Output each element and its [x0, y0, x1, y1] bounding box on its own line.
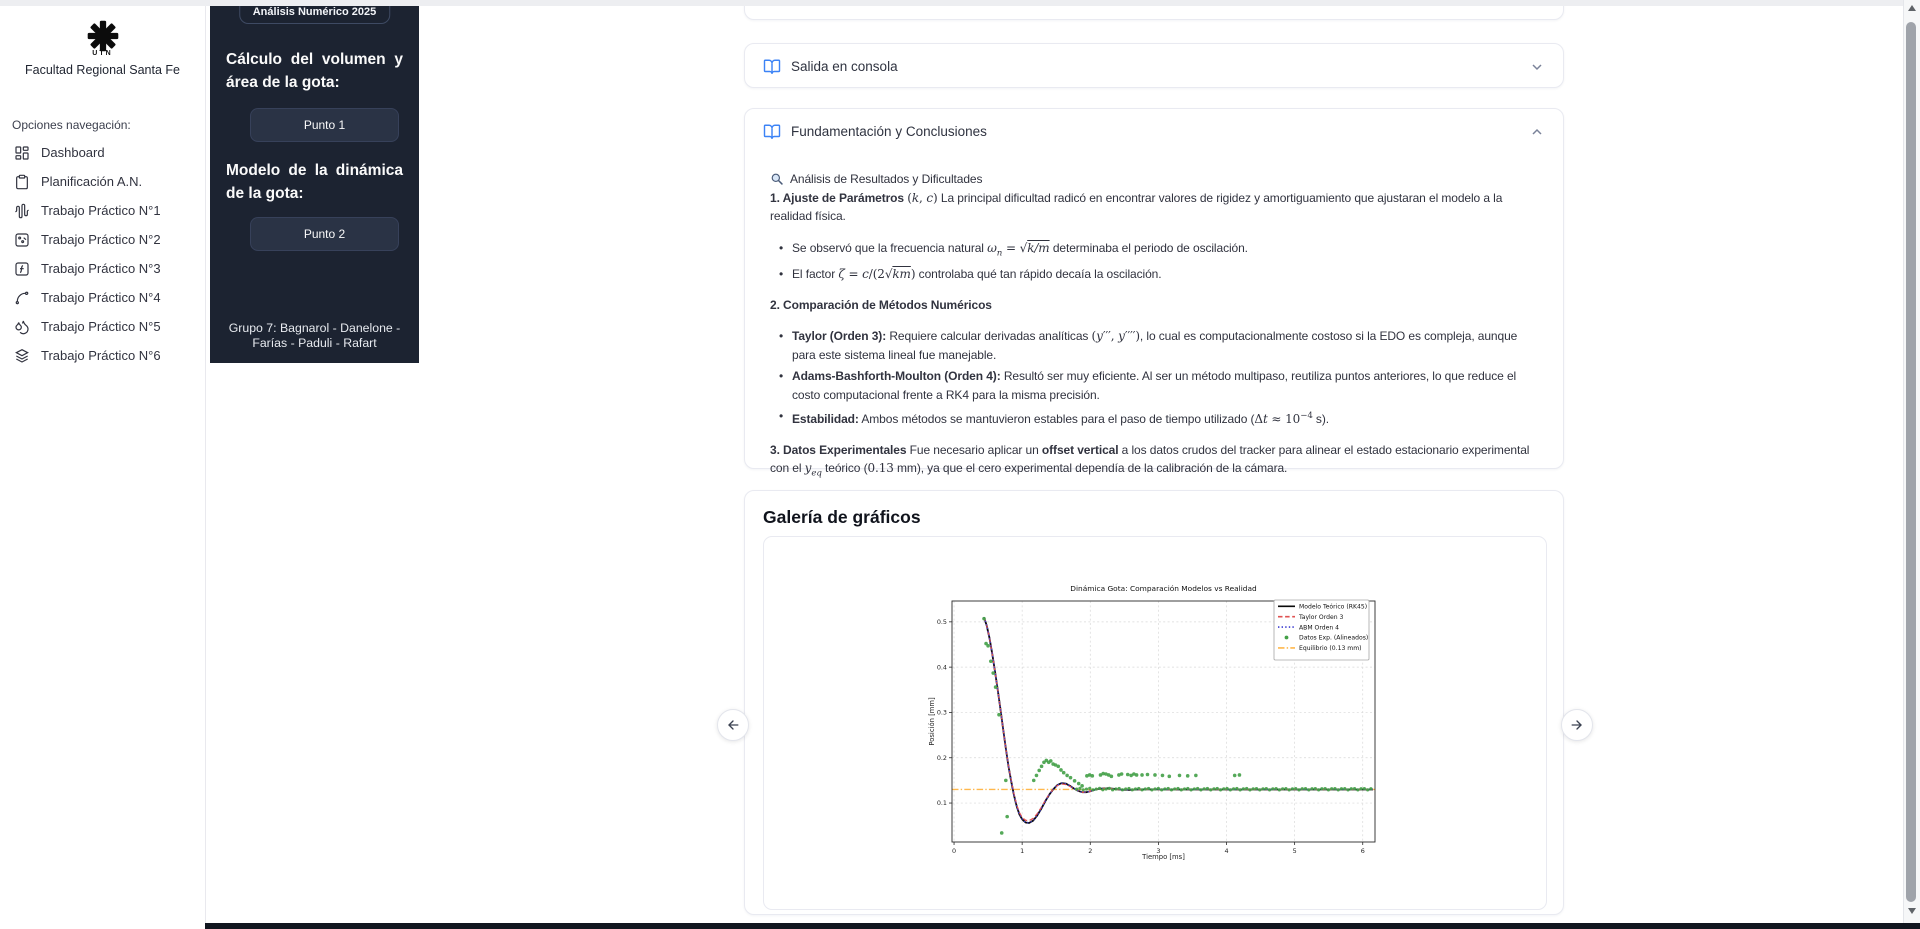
- sidebar-item-label: Trabajo Práctico N°3: [41, 261, 161, 276]
- app-window: UTN Facultad Regional Santa Fe Opciones …: [0, 0, 1920, 929]
- svg-text:0.5: 0.5: [937, 618, 947, 626]
- conclusions-expander: Fundamentación y Conclusiones Análisis d…: [744, 108, 1564, 479]
- svg-text:2: 2: [1088, 847, 1092, 855]
- conclusions-bullet-list: Taylor (Orden 3): Requiere calcular deri…: [770, 327, 1537, 429]
- conclusions-content: Análisis de Resultados y Dificultades 1.…: [745, 154, 1563, 483]
- console-expander: Salida en consola: [744, 43, 1564, 88]
- scrollbar-thumb[interactable]: [1906, 22, 1916, 902]
- panel-section-title-1: Cálculo del volumen y área de la gota:: [226, 51, 403, 91]
- droplets-icon: [15, 320, 29, 334]
- conclusions-bullet: Estabilidad: Ambos métodos se mantuviero…: [779, 407, 1537, 429]
- svg-text:6: 6: [1361, 847, 1365, 855]
- conclusions-bullet: El factor ζ = c/(2√km) controlaba qué ta…: [779, 265, 1537, 284]
- conclusions-lead: Análisis de Resultados y Dificultades: [770, 170, 1537, 189]
- university-logo: UTN Facultad Regional Santa Fe: [0, 18, 205, 77]
- scatter-chart-icon: [15, 232, 29, 247]
- gallery-title: Galería de gráficos: [763, 507, 921, 527]
- conclusions-bullet: Se observó que la frecuencia natural ωn …: [779, 239, 1537, 263]
- sidebar-item-dashboard[interactable]: Dashboard: [0, 138, 205, 167]
- gallery-next-button[interactable]: [1561, 709, 1593, 741]
- sidebar-item-tp1[interactable]: Trabajo Práctico N°1: [0, 196, 205, 225]
- console-expander-header[interactable]: Salida en consola: [745, 44, 1563, 89]
- chevron-up-icon[interactable]: [1529, 124, 1545, 140]
- svg-text:Taylor Orden 3: Taylor Orden 3: [1298, 614, 1344, 621]
- logo-caption: Facultad Regional Santa Fe: [25, 63, 180, 77]
- sidebar-item-label: Trabajo Práctico N°2: [41, 232, 161, 247]
- arrow-left-icon: [728, 720, 739, 730]
- scrollbar-up-arrow[interactable]: [1908, 5, 1916, 11]
- layers-icon: [15, 348, 29, 363]
- chevron-down-icon[interactable]: [1529, 59, 1545, 75]
- arrow-right-icon: [1571, 720, 1582, 730]
- sidebar-item-label: Trabajo Práctico N°4: [41, 290, 161, 305]
- sidebar-item-label: Trabajo Práctico N°6: [41, 348, 161, 363]
- book-open-icon: [763, 59, 781, 74]
- console-expander-title: Salida en consola: [791, 59, 898, 74]
- clipboard-icon: [16, 174, 28, 189]
- conclusions-paragraph: 1. Ajuste de Parámetros (k, c) La princi…: [770, 190, 1503, 224]
- svg-text:0.3: 0.3: [937, 709, 947, 717]
- conclusions-paragraph: 3. Datos Experimentales Fue necesario ap…: [770, 442, 1530, 479]
- conclusions-paragraphs: 1. Ajuste de Parámetros (k, c) La princi…: [770, 189, 1537, 484]
- scrollbar-down-arrow[interactable]: [1908, 908, 1916, 914]
- book-open-icon: [763, 124, 781, 139]
- conclusions-expander-title: Fundamentación y Conclusiones: [791, 124, 987, 139]
- group-footer: Grupo 7: Bagnarol - Danelone - Farías - …: [228, 321, 401, 350]
- sidebar-item-tp6[interactable]: Trabajo Práctico N°6: [0, 341, 205, 370]
- sidebar-item-label: Trabajo Práctico N°5: [41, 319, 161, 334]
- bottom-edge-strip: [205, 923, 1920, 929]
- course-panel: Análisis Numérico 2025 Cálculo del volum…: [210, 0, 419, 363]
- conclusions-lead-text: Análisis de Resultados y Dificultades: [790, 172, 983, 186]
- nav-list: Dashboard Planificación A.N. Trabajo Prá…: [0, 138, 205, 370]
- svg-text:Tiempo [ms]: Tiempo [ms]: [1141, 853, 1185, 861]
- svg-text:Posición [mm]: Posición [mm]: [928, 697, 936, 746]
- conclusions-bullet-list: Se observó que la frecuencia natural ωn …: [770, 239, 1537, 284]
- conclusions-paragraph: 2. Comparación de Métodos Numéricos: [770, 297, 992, 312]
- sidebar-item-tp2[interactable]: Trabajo Práctico N°2: [0, 225, 205, 254]
- magnifier-icon: [771, 173, 783, 185]
- svg-text:4: 4: [1224, 847, 1228, 855]
- sidebar-item-tp4[interactable]: Trabajo Práctico N°4: [0, 283, 205, 312]
- svg-text:0.1: 0.1: [937, 799, 947, 807]
- punto-1-button[interactable]: Punto 1: [250, 108, 399, 142]
- nav-section-label: Opciones navegación:: [12, 118, 131, 132]
- svg-text:Dinámica Gota: Comparación Mod: Dinámica Gota: Comparación Modelos vs Re…: [1070, 584, 1257, 593]
- top-edge-strip: [0, 0, 1920, 6]
- utn-star-icon: [87, 20, 118, 52]
- punto-2-button[interactable]: Punto 2: [250, 217, 399, 251]
- gallery-carousel: 0 1 2 3 4 5 6 0.1 0.2 0.3 0.4 0.5 Dinámica Gota: Com…: [763, 536, 1547, 910]
- svg-text:Datos Exp. (Alineados): Datos Exp. (Alineados): [1299, 635, 1368, 642]
- navigation-sidebar: UTN Facultad Regional Santa Fe Opciones …: [0, 6, 206, 929]
- conclusions-expander-header[interactable]: Fundamentación y Conclusiones: [745, 109, 1563, 154]
- utn-logo-text: UTN: [92, 50, 113, 57]
- conclusions-bullet: Taylor (Orden 3): Requiere calcular deri…: [779, 327, 1537, 364]
- sidebar-item-label: Planificación A.N.: [41, 174, 143, 189]
- sidebar-item-tp3[interactable]: Trabajo Práctico N°3: [0, 254, 205, 283]
- svg-text:0.2: 0.2: [937, 754, 947, 762]
- svg-text:5: 5: [1293, 847, 1297, 855]
- spline-icon: [15, 291, 29, 304]
- panel-section-title-2: Modelo de la dinámica de la gota:: [226, 162, 403, 202]
- gallery-chart: 0 1 2 3 4 5 6 0.1 0.2 0.3 0.4 0.5 Dinámica Gota: Com…: [927, 581, 1383, 865]
- svg-text:Modelo Teórico (RK45): Modelo Teórico (RK45): [1299, 603, 1367, 611]
- svg-text:Equilibrio (0.13 mm): Equilibrio (0.13 mm): [1299, 645, 1362, 652]
- conclusions-bullet: Adams-Bashforth-Moulton (Orden 4): Resul…: [779, 367, 1537, 404]
- gallery-card: Galería de gráficos 0 1 2 3 4 5 6 0.1 0.2 0.3 0.4 0…: [744, 490, 1564, 915]
- svg-text:0: 0: [952, 847, 956, 855]
- svg-text:1: 1: [1020, 847, 1024, 855]
- function-square-icon: [15, 261, 29, 276]
- sidebar-item-tp5[interactable]: Trabajo Práctico N°5: [0, 312, 205, 341]
- waveform-icon: [15, 203, 29, 218]
- dashboard-icon: [15, 145, 29, 160]
- sidebar-item-planificacion[interactable]: Planificación A.N.: [0, 167, 205, 196]
- svg-text:0.4: 0.4: [937, 663, 947, 671]
- sidebar-item-label: Dashboard: [41, 145, 105, 160]
- gallery-prev-button[interactable]: [717, 709, 749, 741]
- vertical-scrollbar: [1903, 0, 1920, 923]
- svg-text:ABM Orden 4: ABM Orden 4: [1299, 624, 1339, 631]
- sidebar-item-label: Trabajo Práctico N°1: [41, 203, 161, 218]
